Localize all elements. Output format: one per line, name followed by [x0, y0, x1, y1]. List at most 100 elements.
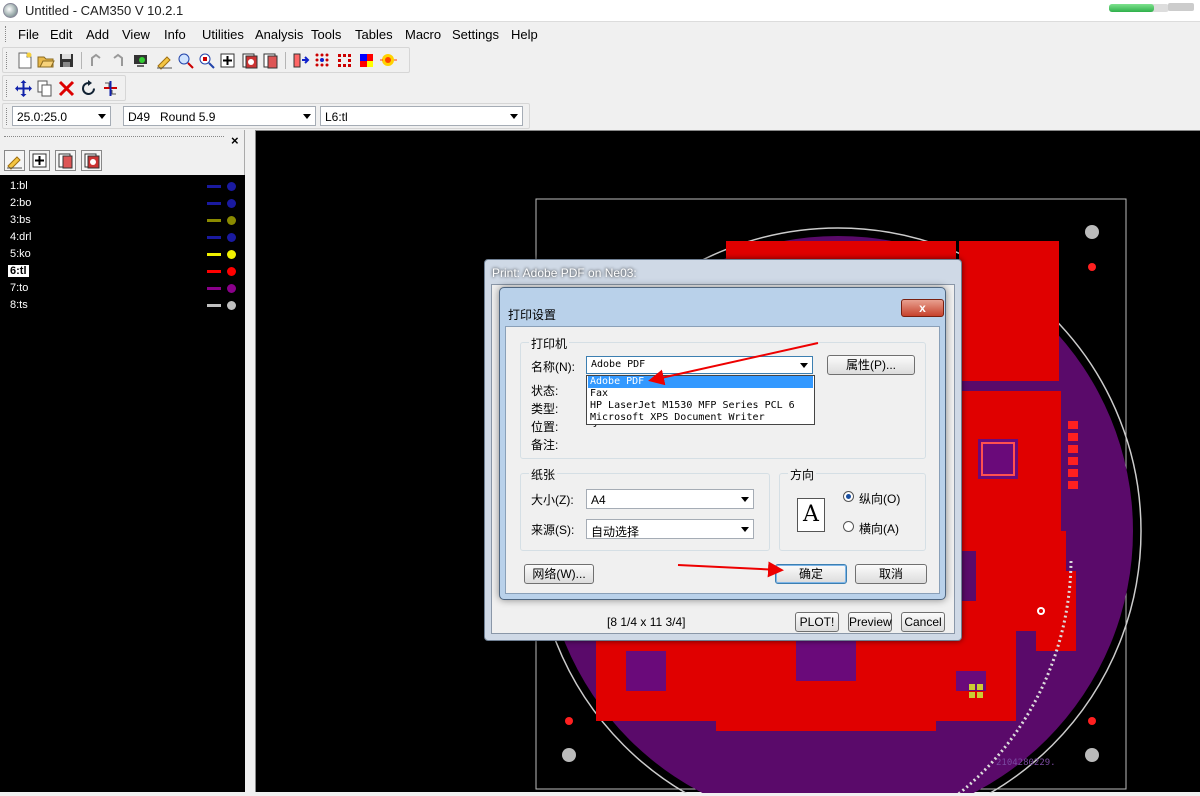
comment-label: 备注:: [531, 438, 559, 452]
close-button[interactable]: x: [901, 299, 944, 317]
grid-select[interactable]: 25.0:25.0: [12, 106, 111, 126]
printer-option[interactable]: Fax: [588, 388, 813, 400]
cancel-button[interactable]: 取消: [855, 564, 927, 584]
plot-button[interactable]: PLOT!: [795, 612, 839, 632]
dcode-select-value: D49 Round 5.9: [128, 110, 216, 124]
menu-file[interactable]: File: [18, 27, 39, 42]
menu-tables[interactable]: Tables: [355, 27, 393, 42]
cancel-button[interactable]: Cancel: [901, 612, 945, 632]
toolbar-grip[interactable]: [6, 80, 9, 97]
delete-icon[interactable]: [57, 79, 76, 98]
layer-label: 8:ts: [10, 299, 28, 311]
menu-info[interactable]: Info: [164, 27, 186, 42]
portrait-radio[interactable]: [843, 491, 854, 502]
print-dialog-title: Print: Adobe PDF on Ne03:: [492, 266, 637, 280]
dcode-select[interactable]: D49 Round 5.9: [123, 106, 316, 126]
close-icon[interactable]: ×: [231, 133, 239, 148]
landscape-label: 横向(A): [859, 522, 899, 536]
layer-color-line: [207, 185, 221, 188]
menu-bar: File Edit Add View Info Utilities Analys…: [0, 23, 1200, 45]
layer-row[interactable]: 7:to: [6, 280, 242, 296]
layer-color-dot: [227, 301, 236, 310]
panel-grip[interactable]: [4, 136, 224, 144]
layer-row[interactable]: 6:tl: [6, 263, 242, 279]
undo-icon[interactable]: [87, 51, 106, 70]
menu-tools[interactable]: Tools: [311, 27, 341, 42]
landscape-radio[interactable]: [843, 521, 854, 532]
align-icon[interactable]: [291, 51, 310, 70]
layer-color-dot: [227, 233, 236, 242]
layer-add-icon[interactable]: [29, 150, 50, 171]
properties-button[interactable]: 属性(P)...: [827, 355, 915, 375]
menu-analysis[interactable]: Analysis: [255, 27, 303, 42]
menu-add[interactable]: Add: [86, 27, 109, 42]
color-palette-icon[interactable]: [357, 51, 376, 70]
layer-select[interactable]: L6:tl: [320, 106, 523, 126]
menu-help[interactable]: Help: [511, 27, 538, 42]
layer-label: 6:tl: [8, 265, 29, 277]
redo-icon[interactable]: [108, 51, 127, 70]
mirror-icon[interactable]: [101, 79, 120, 98]
toolbar-grip[interactable]: [6, 52, 9, 69]
menu-grip[interactable]: [5, 26, 8, 42]
layer-a-icon[interactable]: [240, 51, 259, 70]
layer-color-dot: [227, 182, 236, 191]
display-icon[interactable]: [131, 51, 150, 70]
paper-size-select[interactable]: A4: [586, 489, 754, 509]
layer-color-line: [207, 236, 221, 239]
printer-option[interactable]: Microsoft XPS Document Writer: [588, 412, 813, 424]
chevron-down-icon: [98, 114, 106, 119]
copy-icon[interactable]: [35, 79, 54, 98]
menu-view[interactable]: View: [122, 27, 150, 42]
layer-edit-icon[interactable]: [4, 150, 25, 171]
ok-button[interactable]: 确定: [775, 564, 847, 584]
zoom-in-icon[interactable]: [218, 51, 237, 70]
layer-color-line: [207, 202, 221, 205]
paper-source-select[interactable]: 自动选择: [586, 519, 754, 539]
layer-row[interactable]: 1:bl: [6, 178, 242, 194]
network-button[interactable]: 网络(W)...: [524, 564, 594, 584]
size-label: 大小(Z):: [531, 493, 574, 507]
status-label: 状态:: [531, 384, 559, 398]
layer-view-icon[interactable]: [81, 150, 102, 171]
layer-row[interactable]: 5:ko: [6, 246, 242, 262]
zoom-window-icon[interactable]: [176, 51, 195, 70]
menu-edit[interactable]: Edit: [50, 27, 72, 42]
window-controls[interactable]: [1168, 3, 1194, 11]
menu-utilities[interactable]: Utilities: [202, 27, 244, 42]
layer-stack-icon[interactable]: [55, 150, 76, 171]
chevron-down-icon: [741, 527, 749, 532]
redraw-icon[interactable]: [155, 51, 174, 70]
portrait-label: 纵向(O): [859, 492, 901, 506]
layer-row[interactable]: 4:drl: [6, 229, 242, 245]
move-icon[interactable]: [14, 79, 33, 98]
layer-row[interactable]: 3:bs: [6, 212, 242, 228]
printer-option[interactable]: Adobe PDF: [588, 376, 813, 388]
printer-group-title: 打印机: [529, 335, 570, 352]
save-icon[interactable]: [57, 51, 76, 70]
preview-button[interactable]: Preview: [848, 612, 892, 632]
layer-row[interactable]: 2:bo: [6, 195, 242, 211]
printer-option[interactable]: HP LaserJet M1530 MFP Series PCL 6: [588, 400, 813, 412]
printer-name-select[interactable]: Adobe PDF: [586, 356, 813, 374]
new-file-icon[interactable]: [15, 51, 34, 70]
layer-list: 1:bl 2:bo 3:bs 4:drl 5:ko 6:tl 7:to 8:ts: [0, 175, 245, 792]
zoom-all-icon[interactable]: [197, 51, 216, 70]
toolbar-grip[interactable]: [6, 108, 9, 125]
layer-row[interactable]: 8:ts: [6, 297, 242, 313]
open-folder-icon[interactable]: [36, 51, 55, 70]
chevron-down-icon: [741, 497, 749, 502]
menu-macro[interactable]: Macro: [405, 27, 441, 42]
grid-pattern-icon[interactable]: [335, 51, 354, 70]
grid-dots-icon[interactable]: [313, 51, 332, 70]
layer-label: 1:bl: [10, 180, 28, 192]
title-progress-bar: [1109, 4, 1169, 12]
paper-size-value: A4: [591, 493, 606, 507]
highlight-icon[interactable]: [379, 51, 398, 70]
layer-label: 4:drl: [10, 231, 32, 243]
layer-b-icon[interactable]: [261, 51, 280, 70]
paper-size-text: [8 1/4 x 11 3/4]: [607, 615, 686, 629]
orientation-group-title: 方向: [788, 466, 817, 483]
rotate-icon[interactable]: [79, 79, 98, 98]
menu-settings[interactable]: Settings: [452, 27, 499, 42]
